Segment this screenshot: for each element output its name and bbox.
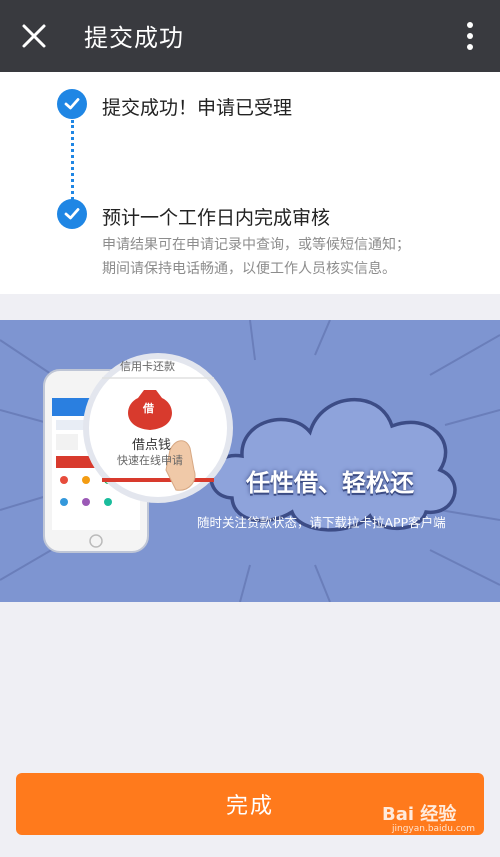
- more-vertical-icon: [467, 22, 473, 50]
- banner-illustration: [0, 320, 500, 602]
- step-1-title: 提交成功！申请已受理: [102, 97, 293, 119]
- money-bag-label: 借: [143, 402, 154, 415]
- magnifier-sub-label: 快速在线申请: [117, 454, 183, 467]
- magnifier-illustration: [83, 353, 233, 503]
- close-button[interactable]: [14, 16, 54, 56]
- close-icon: [22, 24, 46, 48]
- magnifier-main-label: 借点钱: [132, 438, 172, 453]
- baidu-watermark: Bai 经验: [382, 804, 457, 825]
- magnifier-top-label: 信用卡还款: [120, 360, 175, 373]
- banner-subtext: 随时关注贷款状态，请下载拉卡拉APP客户端: [197, 515, 446, 530]
- step-2-title: 预计一个工作日内完成审核: [102, 207, 331, 229]
- step-2-desc-line-1: 申请结果可在申请记录中查询，或等候短信通知；: [102, 237, 410, 253]
- banner-headline: 任性借、轻松还: [246, 469, 414, 497]
- step-2-desc-line-2: 期间请保持电话畅通，以便工作人员核实信息。: [102, 261, 396, 277]
- page-title: 提交成功: [84, 24, 184, 52]
- step-connector: [71, 120, 74, 200]
- baidu-watermark-url: jingyan.baidu.com: [392, 824, 476, 834]
- check-circle-icon: [57, 89, 87, 119]
- done-button-label: 完成: [225, 794, 274, 819]
- top-bar: 提交成功: [0, 0, 500, 72]
- more-menu-button[interactable]: [458, 18, 482, 54]
- promo-banner[interactable]: 信用卡还款 借 借点钱 快速在线申请: [0, 320, 500, 602]
- check-circle-icon: [57, 199, 87, 229]
